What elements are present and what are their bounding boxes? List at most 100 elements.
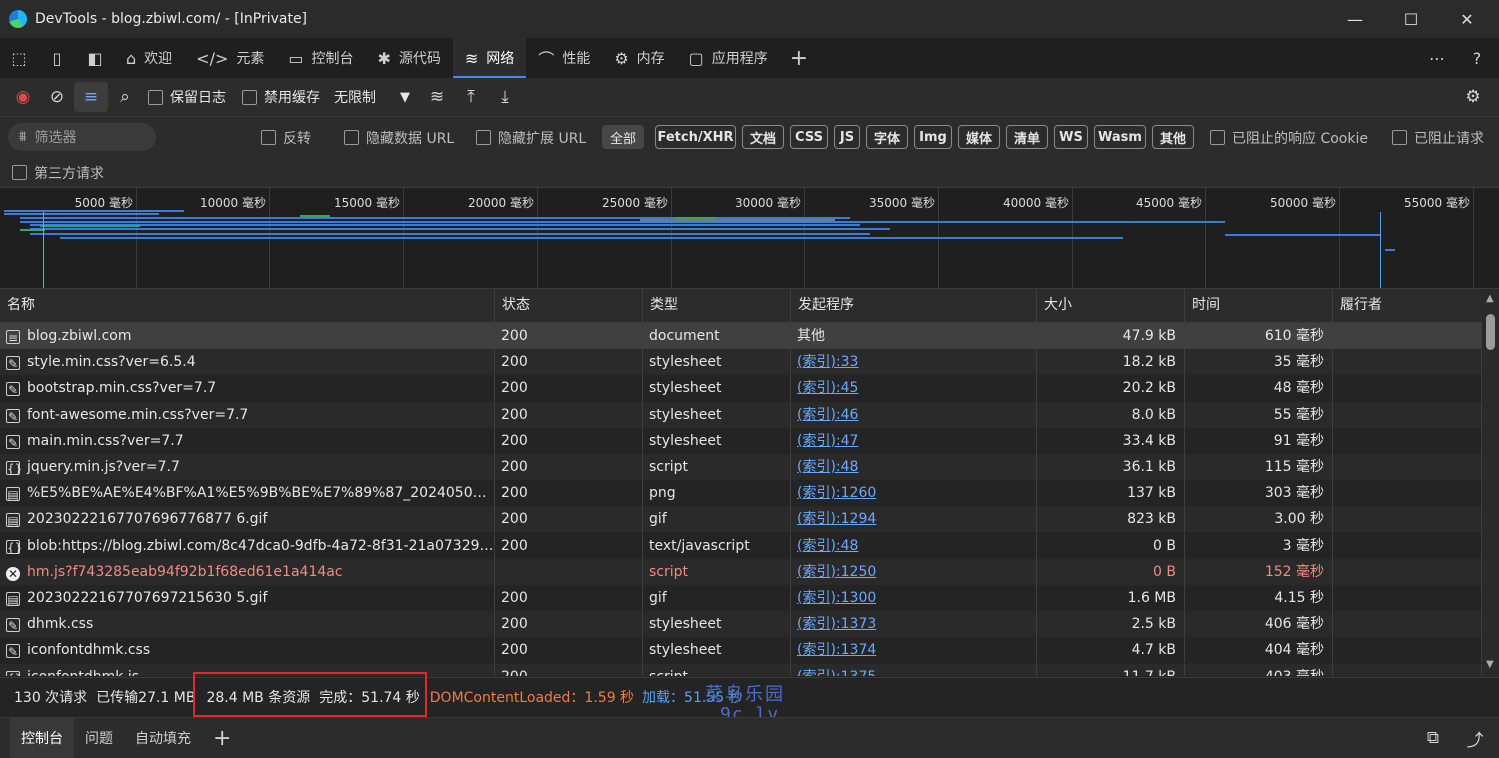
initiator-link[interactable]: (索引):48	[797, 538, 858, 554]
expand-drawer-icon[interactable]: ⤴	[1458, 723, 1492, 753]
initiator-link[interactable]: (索引):1375	[797, 669, 876, 676]
network-conditions-icon[interactable]: ≋	[420, 82, 454, 112]
scroll-up-icon[interactable]: ▲	[1486, 293, 1494, 304]
clear-icon[interactable]: ⊘	[40, 82, 74, 112]
device-emulation-icon[interactable]: ▯	[38, 38, 76, 78]
filter-input[interactable]: ⩩ 筛选器	[8, 123, 156, 151]
initiator-link[interactable]: (索引):33	[797, 354, 858, 370]
type-filter-all[interactable]: 全部	[602, 125, 644, 149]
initiator-link[interactable]: (索引):1373	[797, 616, 876, 632]
type-filter-manifest[interactable]: 清单	[1006, 125, 1048, 149]
table-row[interactable]: {} jquery.min.js?ver=7.7 200 script (索引):48 3…	[0, 454, 1482, 480]
tab-welcome[interactable]: ⌂ 欢迎	[114, 38, 184, 78]
import-har-icon[interactable]: ⤒	[454, 82, 488, 112]
scrollbar-thumb[interactable]	[1486, 314, 1495, 350]
tab-console[interactable]: ▭ 控制台	[276, 38, 365, 78]
type-filter-img[interactable]: Img	[914, 125, 952, 149]
table-row[interactable]: ✎ iconfontdhmk.css 200 stylesheet (索引):1374 4…	[0, 637, 1482, 664]
dock-drawer-icon[interactable]: ⧉	[1416, 723, 1450, 753]
drawer-tab-console[interactable]: 控制台	[10, 718, 74, 758]
inspect-element-icon[interactable]: ⬚	[0, 38, 38, 78]
type-filter-js[interactable]: JS	[834, 125, 860, 149]
column-header-time[interactable]: 时间	[1185, 289, 1333, 322]
tab-network[interactable]: ≋ 网络	[452, 38, 527, 78]
settings-gear-icon[interactable]: ⚙	[1456, 82, 1490, 112]
more-options-icon[interactable]: ⋯	[1418, 38, 1456, 78]
overview-timeline[interactable]: 5000 毫秒 10000 毫秒 15000 毫秒 20000 毫秒 25000 毫秒 3…	[0, 188, 1499, 289]
table-row[interactable]: ▤ %E5%BE%AE%E4%BF%A1%E5%9B%BE%E7%89%87_20…	[0, 480, 1482, 507]
initiator-link[interactable]: (索引):48	[797, 459, 858, 475]
initiator-link[interactable]: (索引):1300	[797, 590, 876, 606]
column-header-fulfilled-by[interactable]: 履行者	[1333, 289, 1482, 322]
tab-memory[interactable]: ⚙ 内存	[602, 38, 676, 78]
throttle-select[interactable]: 无限制 ▼	[334, 87, 410, 107]
tab-performance[interactable]: ⌒ 性能	[526, 38, 602, 78]
third-party-checkbox[interactable]: 第三方请求	[12, 163, 104, 183]
column-header-status[interactable]: 状态	[495, 289, 643, 322]
column-header-initiator[interactable]: 发起程序	[791, 289, 1037, 322]
error-icon: ✕	[6, 566, 20, 581]
type-filter-css[interactable]: CSS	[790, 125, 828, 149]
initiator-link[interactable]: (索引):1294	[797, 511, 876, 527]
preserve-log-checkbox[interactable]: 保留日志	[148, 87, 226, 107]
initiator-link[interactable]: (索引):46	[797, 407, 858, 423]
filter-toggle-icon[interactable]: ≡	[74, 82, 108, 112]
table-row[interactable]: ▤ 20230222167707696776877 6.gif 200 gif (索引)…	[0, 506, 1482, 533]
type-filter-other[interactable]: 其他	[1152, 125, 1194, 149]
maximize-button[interactable]: ☐	[1384, 0, 1438, 38]
waterfall-bar	[30, 233, 870, 235]
request-name: iconfontdhmk.js	[27, 669, 139, 676]
drawer-tab-issues[interactable]: 问题	[74, 718, 124, 758]
table-row[interactable]: ✎ style.min.css?ver=6.5.4 200 stylesheet (索引…	[0, 349, 1482, 376]
search-icon[interactable]: ⌕	[108, 82, 142, 112]
type-filter-ws[interactable]: WS	[1054, 125, 1088, 149]
table-row[interactable]: ✎ main.min.css?ver=7.7 200 stylesheet (索引):4…	[0, 427, 1482, 454]
drawer-tab-autofill[interactable]: 自动填充	[124, 718, 202, 758]
drawer-add-tab-icon[interactable]: +	[202, 718, 242, 758]
table-row[interactable]: ≡ blog.zbiwl.com 200 document 其他 47.9 kB 610 毫…	[0, 323, 1482, 350]
type-filter-fetch-xhr[interactable]: Fetch/XHR	[655, 125, 736, 149]
tab-application[interactable]: ▢ 应用程序	[677, 38, 780, 78]
table-row[interactable]: ✎ bootstrap.min.css?ver=7.7 200 stylesheet (…	[0, 375, 1482, 402]
initiator-link[interactable]: (索引):1374	[797, 642, 876, 658]
type-filter-wasm[interactable]: Wasm	[1094, 125, 1146, 149]
initiator-link[interactable]: (索引):1250	[797, 564, 876, 580]
initiator-link[interactable]: (索引):47	[797, 433, 858, 449]
disable-cache-checkbox[interactable]: 禁用缓存	[242, 87, 320, 107]
blocked-requests-checkbox[interactable]: 已阻止请求	[1392, 128, 1484, 148]
hide-extension-url-checkbox[interactable]: 隐藏扩展 URL	[476, 128, 586, 148]
status-value: 200	[501, 485, 528, 502]
type-filter-font[interactable]: 字体	[866, 125, 908, 149]
table-row[interactable]: ✎ font-awesome.min.css?ver=7.7 200 styleshe…	[0, 401, 1482, 428]
invert-checkbox[interactable]: 反转	[261, 128, 311, 148]
status-value: 200	[501, 380, 528, 397]
column-header-type[interactable]: 类型	[643, 289, 791, 322]
table-scrollbar[interactable]: ▲ ▼	[1482, 289, 1499, 677]
tab-sources[interactable]: ✱ 源代码	[365, 38, 452, 78]
type-filter-doc[interactable]: 文档	[742, 125, 784, 149]
hide-data-url-checkbox[interactable]: 隐藏数据 URL	[344, 128, 454, 148]
help-icon[interactable]: ?	[1458, 38, 1496, 78]
dock-side-icon[interactable]: ◧	[76, 38, 114, 78]
table-row[interactable]: ✕ hm.js?f743285eab94f92b1f68ed61e1a414ac s…	[0, 558, 1482, 585]
table-row[interactable]: ▤ 20230222167707697215630 5.gif 200 gif (索引)…	[0, 585, 1482, 611]
table-row[interactable]: {} blob:https://blog.zbiwl.com/8c47dca0-9…	[0, 532, 1482, 559]
blocked-cookie-checkbox[interactable]: 已阻止的响应 Cookie	[1210, 128, 1368, 148]
initiator-link[interactable]: (索引):45	[797, 380, 858, 396]
column-header-name[interactable]: 名称	[0, 289, 495, 322]
export-har-icon[interactable]: ⤓	[488, 82, 522, 112]
cell-status: 200	[495, 323, 643, 349]
cell-name: ✎ iconfontdhmk.css	[0, 637, 495, 664]
record-stop-icon[interactable]: ◉	[6, 82, 40, 112]
scroll-down-icon[interactable]: ▼	[1486, 659, 1494, 670]
status-value: 200	[501, 459, 528, 475]
type-filter-media[interactable]: 媒体	[958, 125, 1000, 149]
column-header-size[interactable]: 大小	[1037, 289, 1185, 322]
close-button[interactable]: ✕	[1440, 0, 1494, 38]
initiator-link[interactable]: (索引):1260	[797, 485, 876, 501]
request-name: style.min.css?ver=6.5.4	[27, 354, 196, 371]
add-tab-icon[interactable]: +	[780, 38, 818, 78]
table-row[interactable]: ✎ dhmk.css 200 stylesheet (索引):1373 2.5 kB 406…	[0, 611, 1482, 638]
minimize-button[interactable]: —	[1328, 0, 1382, 38]
tab-elements[interactable]: </> 元素	[184, 38, 276, 78]
